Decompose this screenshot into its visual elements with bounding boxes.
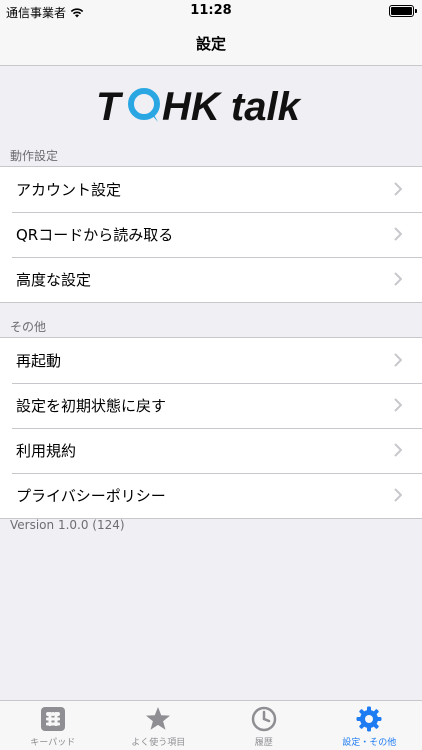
qr-code-scan-row[interactable]: QRコードから読み取る bbox=[0, 212, 422, 257]
other-settings-group: 再起動 設定を初期状態に戻す 利用規約 プライバシーポリシー bbox=[0, 337, 422, 519]
page-title: 設定 bbox=[195, 35, 226, 53]
chevron-right-icon bbox=[394, 227, 402, 241]
tab-label: 履歴 bbox=[254, 738, 273, 748]
tab-label: 設定・その他 bbox=[342, 738, 397, 748]
battery-icon bbox=[389, 5, 417, 17]
account-settings-row[interactable]: アカウント設定 bbox=[0, 167, 422, 212]
chevron-right-icon bbox=[394, 398, 402, 412]
tab-bar: キーパッド よく使う項目 履歴 設定・その他 bbox=[0, 700, 422, 750]
svg-text:T: T bbox=[96, 85, 124, 129]
row-label: プライバシーポリシー bbox=[16, 487, 166, 505]
row-label: 設定を初期状態に戻す bbox=[16, 397, 167, 415]
app-logo: T HK talk bbox=[0, 66, 422, 144]
advanced-settings-row[interactable]: 高度な設定 bbox=[0, 257, 422, 302]
clock-icon bbox=[251, 706, 276, 732]
tab-favorites[interactable]: よく使う項目 bbox=[106, 701, 212, 750]
behavior-settings-group: アカウント設定 QRコードから読み取る 高度な設定 bbox=[0, 166, 422, 303]
tab-keypad[interactable]: キーパッド bbox=[0, 701, 106, 750]
tab-label: よく使う項目 bbox=[131, 738, 186, 748]
svg-text:HK talk: HK talk bbox=[162, 85, 302, 129]
section-header-behavior: 動作設定 bbox=[10, 148, 59, 163]
tab-label: キーパッド bbox=[30, 738, 76, 748]
keypad-icon bbox=[40, 707, 65, 731]
row-label: 高度な設定 bbox=[16, 271, 92, 289]
row-label: アカウント設定 bbox=[16, 181, 122, 199]
privacy-policy-row[interactable]: プライバシーポリシー bbox=[0, 473, 422, 518]
status-bar: 通信事業者 11:28 bbox=[0, 0, 422, 22]
star-icon bbox=[146, 707, 171, 730]
terms-of-service-row[interactable]: 利用規約 bbox=[0, 428, 422, 473]
status-time: 11:28 bbox=[190, 3, 232, 18]
section-header-other: その他 bbox=[10, 319, 47, 334]
row-label: QRコードから読み取る bbox=[16, 226, 174, 244]
reset-settings-row[interactable]: 設定を初期状態に戻す bbox=[0, 383, 422, 428]
chevron-right-icon bbox=[394, 353, 402, 367]
chevron-right-icon bbox=[394, 488, 402, 502]
tohk-talk-logo: T HK talk bbox=[96, 85, 302, 129]
tab-settings[interactable]: 設定・その他 bbox=[317, 701, 422, 750]
chevron-right-icon bbox=[394, 272, 402, 286]
tab-history[interactable]: 履歴 bbox=[211, 701, 317, 750]
settings-screen: 通信事業者 11:28 設定 T HK talk 動作設定 アカウント設定 QR… bbox=[0, 0, 422, 750]
row-label: 利用規約 bbox=[16, 442, 77, 460]
chevron-right-icon bbox=[394, 443, 402, 457]
version-label: Version 1.0.0 (124) bbox=[10, 518, 125, 532]
restart-row[interactable]: 再起動 bbox=[0, 338, 422, 383]
navigation-bar: 設定 bbox=[0, 22, 422, 66]
gear-icon bbox=[356, 706, 382, 732]
chevron-right-icon bbox=[394, 182, 402, 196]
row-label: 再起動 bbox=[16, 352, 62, 370]
